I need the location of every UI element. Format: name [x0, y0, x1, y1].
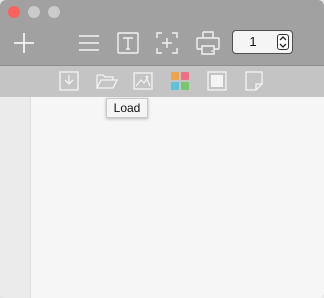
color-grid-icon[interactable]: [170, 71, 190, 91]
print-icon[interactable]: [196, 31, 220, 55]
load-tooltip: Load: [106, 98, 148, 118]
plus-icon[interactable]: [12, 31, 36, 55]
side-ruler: [0, 97, 31, 298]
minimize-window-button[interactable]: [28, 6, 40, 18]
canvas-area[interactable]: [31, 97, 324, 298]
folder-open-icon[interactable]: [96, 72, 118, 90]
frame-icon[interactable]: [207, 71, 227, 91]
sub-toolbar: [0, 65, 324, 97]
download-icon[interactable]: [59, 71, 79, 91]
close-window-button[interactable]: [8, 6, 20, 18]
stepper-arrows-icon[interactable]: [277, 34, 289, 50]
main-toolbar: 1: [0, 0, 324, 65]
app-window: 1 Load: [0, 0, 324, 298]
crop-icon[interactable]: [156, 32, 178, 54]
image-icon[interactable]: [133, 71, 153, 91]
text-icon[interactable]: [117, 32, 139, 54]
page-icon[interactable]: [244, 71, 264, 91]
page-stepper[interactable]: 1: [232, 30, 293, 54]
page-stepper-value[interactable]: 1: [233, 31, 273, 53]
maximize-window-button[interactable]: [48, 6, 60, 18]
menu-icon[interactable]: [78, 33, 100, 53]
